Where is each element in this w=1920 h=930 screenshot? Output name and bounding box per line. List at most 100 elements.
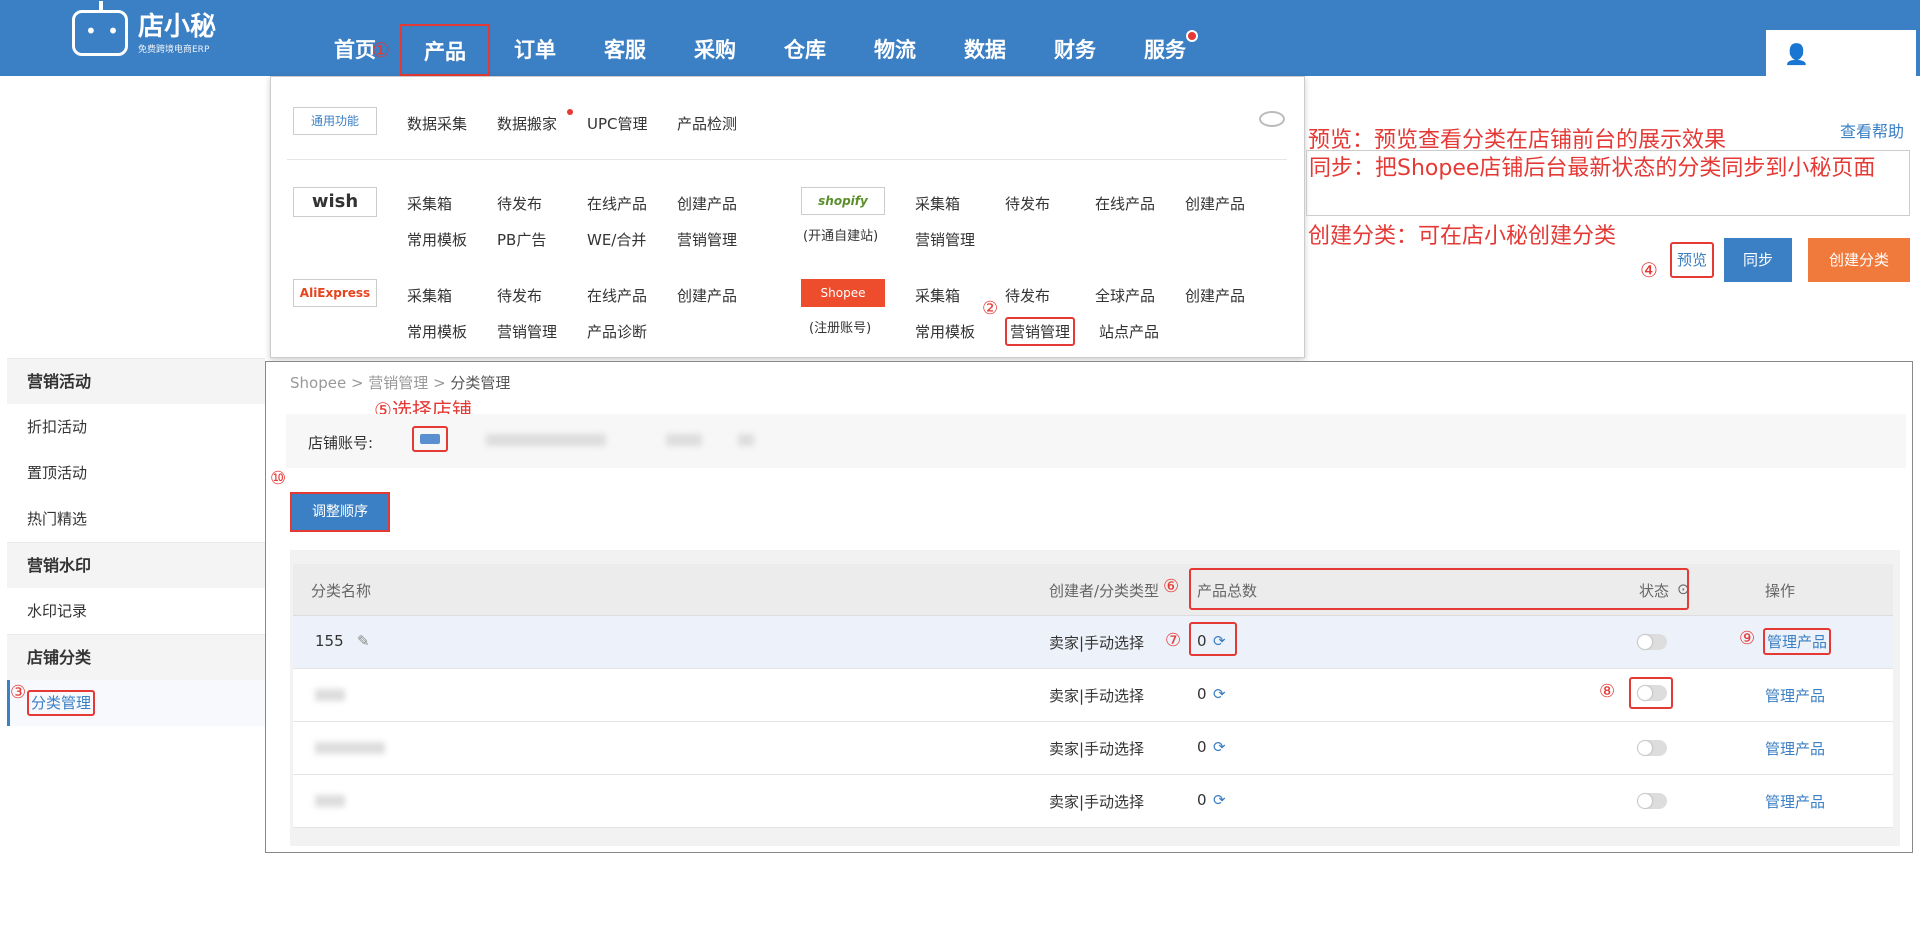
sidebar-item-category-mgmt[interactable]: 分类管理 [7, 680, 265, 726]
breadcrumb-current: 分类管理 [450, 374, 511, 392]
nav-purchase[interactable]: 采购 [670, 0, 760, 76]
refresh-icon[interactable]: ⟳ [1213, 791, 1226, 809]
annotation-8: ⑧ [1599, 681, 1616, 702]
sidebar-section-watermark: 营销水印 [7, 542, 265, 588]
wish-marketing[interactable]: 营销管理 [677, 229, 737, 250]
nav-logistics[interactable]: 物流 [850, 0, 940, 76]
shopify-online[interactable]: 在线产品 [1095, 193, 1155, 214]
wish-create[interactable]: 创建产品 [677, 193, 737, 214]
link-data-move[interactable]: 数据搬家 [497, 113, 557, 134]
user-menu[interactable]: 👤 [1766, 30, 1916, 76]
shopee-collect[interactable]: 采集箱 [915, 285, 960, 306]
shop-selected[interactable] [412, 426, 448, 452]
shop-blurred-2[interactable] [666, 434, 702, 446]
refresh-icon[interactable]: ⟳ [1213, 738, 1226, 756]
status-toggle[interactable] [1637, 685, 1667, 701]
ali-diagnosis[interactable]: 产品诊断 [587, 321, 647, 342]
manage-products-link[interactable]: 管理产品 [1765, 791, 1825, 812]
note-create: 创建分类：可在店小秘创建分类 [1308, 224, 1617, 249]
shopee-global[interactable]: 全球产品 [1095, 285, 1155, 306]
ali-template[interactable]: 常用模板 [407, 321, 467, 342]
shop-blurred-1[interactable] [486, 434, 606, 446]
edit-pencil-icon[interactable]: ✎ [357, 632, 370, 650]
th-count: 产品总数 [1197, 582, 1258, 600]
main-panel: Shopee > 营销管理 > 分类管理 ⑤选择店铺 店铺账号: ⑩ 调整顺序 … [265, 361, 1913, 853]
category-type: 卖家|手动选择 [1049, 687, 1145, 705]
preview-button[interactable]: 预览 [1670, 242, 1714, 278]
wish-online[interactable]: 在线产品 [587, 193, 647, 214]
annotation-6: ⑥ [1163, 576, 1180, 597]
shopee-site-products[interactable]: 站点产品 [1099, 321, 1159, 342]
breadcrumb-marketing[interactable]: 营销管理 [368, 374, 428, 392]
th-action: 操作 [1765, 582, 1796, 600]
nav-finance[interactable]: 财务 [1030, 0, 1120, 76]
sync-button[interactable]: 同步 [1724, 238, 1792, 282]
nav-warehouse[interactable]: 仓库 [760, 0, 850, 76]
shop-blurred-3[interactable] [738, 434, 754, 446]
shopee-create[interactable]: 创建产品 [1185, 285, 1245, 306]
wish-merge[interactable]: WE/合并 [587, 229, 646, 250]
ali-create[interactable]: 创建产品 [677, 285, 737, 306]
shopee-template[interactable]: 常用模板 [915, 321, 975, 342]
nav-services-label: 服务 [1144, 38, 1186, 62]
shop-account-bar: 店铺账号: [286, 414, 1906, 468]
wish-pending[interactable]: 待发布 [497, 193, 542, 214]
divider [287, 159, 1287, 160]
refresh-icon[interactable]: ⟳ [1213, 685, 1226, 703]
sidebar-item-watermark-log[interactable]: 水印记录 [7, 588, 265, 634]
eye-icon[interactable] [1259, 111, 1285, 127]
category-name-blurred [315, 742, 385, 754]
refresh-icon[interactable]: ⟳ [1213, 632, 1226, 650]
nav-services[interactable]: 服务 [1120, 0, 1210, 76]
aliexpress-badge: AliExpress [293, 279, 377, 307]
link-upc[interactable]: UPC管理 [587, 113, 648, 134]
table-header: 分类名称 创建者/分类类型 ⑥ 产品总数 状态 ⊙ 操作 [293, 564, 1893, 616]
ali-pending[interactable]: 待发布 [497, 285, 542, 306]
annotation-4: ④ [1640, 258, 1658, 282]
wish-template[interactable]: 常用模板 [407, 229, 467, 250]
brand-logo[interactable]: 店小秘 免费跨境电商ERP [72, 1, 216, 56]
status-toggle[interactable] [1637, 740, 1667, 756]
products-dropdown: 通用功能 数据采集 数据搬家 UPC管理 产品检测 wish 采集箱 待发布 在… [270, 76, 1305, 358]
sidebar-item-hot[interactable]: 热门精选 [7, 496, 265, 542]
shopify-create[interactable]: 创建产品 [1185, 193, 1245, 214]
shopee-marketing[interactable]: 营销管理 [1005, 317, 1076, 346]
shopify-sub[interactable]: (开通自建站) [803, 225, 878, 244]
product-count: 0 [1197, 632, 1207, 650]
status-toggle[interactable] [1637, 793, 1667, 809]
shopify-pending[interactable]: 待发布 [1005, 193, 1050, 214]
product-count: 0 [1197, 791, 1207, 809]
count-status-highlight [1189, 568, 1689, 610]
category-type: 卖家|手动选择 [1049, 793, 1145, 811]
ali-marketing[interactable]: 营销管理 [497, 321, 557, 342]
note-sync: 同步：把Shopee店铺后台最新状态的分类同步到小秘页面 [1309, 156, 1876, 181]
shopee-pending[interactable]: 待发布 [1005, 285, 1050, 306]
shopee-sub[interactable]: (注册账号) [809, 317, 871, 336]
shopify-marketing[interactable]: 营销管理 [915, 229, 975, 250]
nav-service[interactable]: 客服 [580, 0, 670, 76]
shop-label: 店铺账号: [308, 434, 374, 452]
link-data-collect[interactable]: 数据采集 [407, 113, 467, 134]
ali-online[interactable]: 在线产品 [587, 285, 647, 306]
sidebar-item-discount[interactable]: 折扣活动 [7, 404, 265, 450]
nav-products[interactable]: 产品 [400, 24, 490, 76]
status-toggle[interactable] [1637, 634, 1667, 650]
brand-tagline: 免费跨境电商ERP [138, 44, 210, 55]
wish-collect[interactable]: 采集箱 [407, 193, 452, 214]
shopify-collect[interactable]: 采集箱 [915, 193, 960, 214]
manage-products-link[interactable]: 管理产品 [1765, 685, 1825, 706]
nav-data[interactable]: 数据 [940, 0, 1030, 76]
manage-products-link[interactable]: 管理产品 [1763, 628, 1832, 655]
adjust-order-button[interactable]: 调整顺序 [290, 492, 390, 532]
help-link[interactable]: 查看帮助 [1840, 118, 1904, 142]
ali-collect[interactable]: 采集箱 [407, 285, 452, 306]
breadcrumb-shopee[interactable]: Shopee [290, 374, 346, 392]
wish-pb[interactable]: PB广告 [497, 229, 546, 250]
link-product-check[interactable]: 产品检测 [677, 113, 737, 134]
sidebar-item-pin[interactable]: 置顶活动 [7, 450, 265, 496]
create-category-button[interactable]: 创建分类 [1808, 238, 1910, 282]
manage-products-link[interactable]: 管理产品 [1765, 738, 1825, 759]
nav-orders[interactable]: 订单 [490, 0, 580, 76]
help-circle-icon[interactable]: ⊙ [1677, 580, 1690, 598]
category-name: 155 [315, 632, 344, 650]
